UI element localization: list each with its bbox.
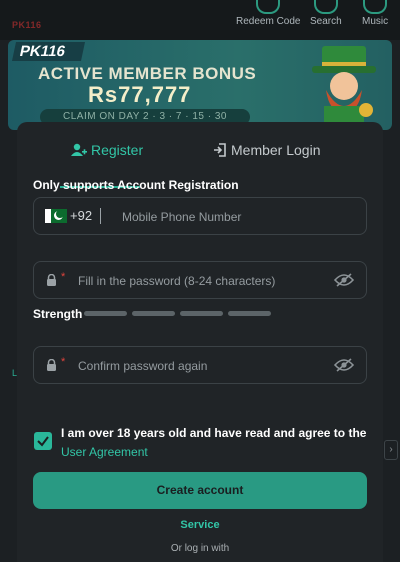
banner-amount: Rs77,777 xyxy=(88,82,192,107)
required-marker: * xyxy=(61,356,66,368)
redeem-code-label: Redeem Code xyxy=(236,16,301,27)
search-nav[interactable]: Search xyxy=(310,0,342,27)
field-divider xyxy=(100,208,101,224)
search-icon xyxy=(313,0,338,14)
agreement-statement: I am over 18 years old and have read and… xyxy=(61,426,367,440)
tab-member-login[interactable]: Member Login xyxy=(213,142,321,158)
confirm-password-input[interactable] xyxy=(76,347,330,385)
or-login-text: Or log in with xyxy=(170,543,230,554)
strength-bar xyxy=(132,311,175,316)
eye-off-icon[interactable] xyxy=(334,273,354,287)
tab-register-label: Register xyxy=(91,142,144,158)
required-marker: * xyxy=(61,271,66,283)
leprechaun-illustration xyxy=(312,46,376,128)
registration-hint: Only supports Account Registration xyxy=(33,178,239,192)
tab-member-login-label: Member Login xyxy=(231,142,321,158)
app-logo: PK116 xyxy=(8,16,42,31)
strength-bar xyxy=(180,311,223,316)
auth-tabs: Register Member Login xyxy=(17,142,383,188)
agree-checkbox[interactable] xyxy=(34,432,52,450)
confirm-password-field: * xyxy=(33,346,367,385)
banner-title: ACTIVE MEMBER BONUS xyxy=(38,64,257,83)
eye-off-icon[interactable] xyxy=(334,358,354,372)
pakistan-flag-icon[interactable] xyxy=(45,209,67,223)
music-nav[interactable]: Music xyxy=(362,0,388,27)
lock-icon xyxy=(47,274,56,286)
user-add-icon xyxy=(71,143,87,156)
strength-bar xyxy=(228,311,271,316)
checkmark-icon xyxy=(37,436,49,447)
music-label: Music xyxy=(362,16,389,27)
app-logo-text: PK116 xyxy=(12,20,42,30)
register-modal: Register Member Login Only supports Acco… xyxy=(17,122,383,562)
phone-input[interactable] xyxy=(120,198,354,236)
agreement-text: I am over 18 years old and have read and… xyxy=(61,424,371,462)
lock-icon xyxy=(47,359,56,371)
service-link[interactable]: Service xyxy=(17,519,383,531)
strength-bar xyxy=(84,311,127,316)
search-label: Search xyxy=(310,16,342,27)
phone-field: +92 xyxy=(33,197,367,236)
music-icon xyxy=(363,0,388,14)
top-bar: PK116 Redeem Code Search Music xyxy=(0,0,400,40)
strength-label: Strength xyxy=(33,307,83,321)
password-field: * xyxy=(33,261,367,300)
banner-badge: PK116 xyxy=(11,42,86,61)
user-agreement-link[interactable]: User Agreement xyxy=(61,443,371,462)
create-account-button[interactable]: Create account xyxy=(33,472,367,509)
side-arrow-button[interactable]: › xyxy=(384,440,398,460)
promo-banner[interactable]: PK116 ACTIVE MEMBER BONUS Rs77,777 CLAIM… xyxy=(8,40,392,130)
redeem-code-nav[interactable]: Redeem Code xyxy=(236,0,300,27)
login-icon xyxy=(214,143,226,157)
gift-icon xyxy=(256,0,281,14)
tab-register[interactable]: Register xyxy=(71,142,143,158)
country-code[interactable]: +92 xyxy=(70,208,92,223)
password-input[interactable] xyxy=(76,262,330,300)
